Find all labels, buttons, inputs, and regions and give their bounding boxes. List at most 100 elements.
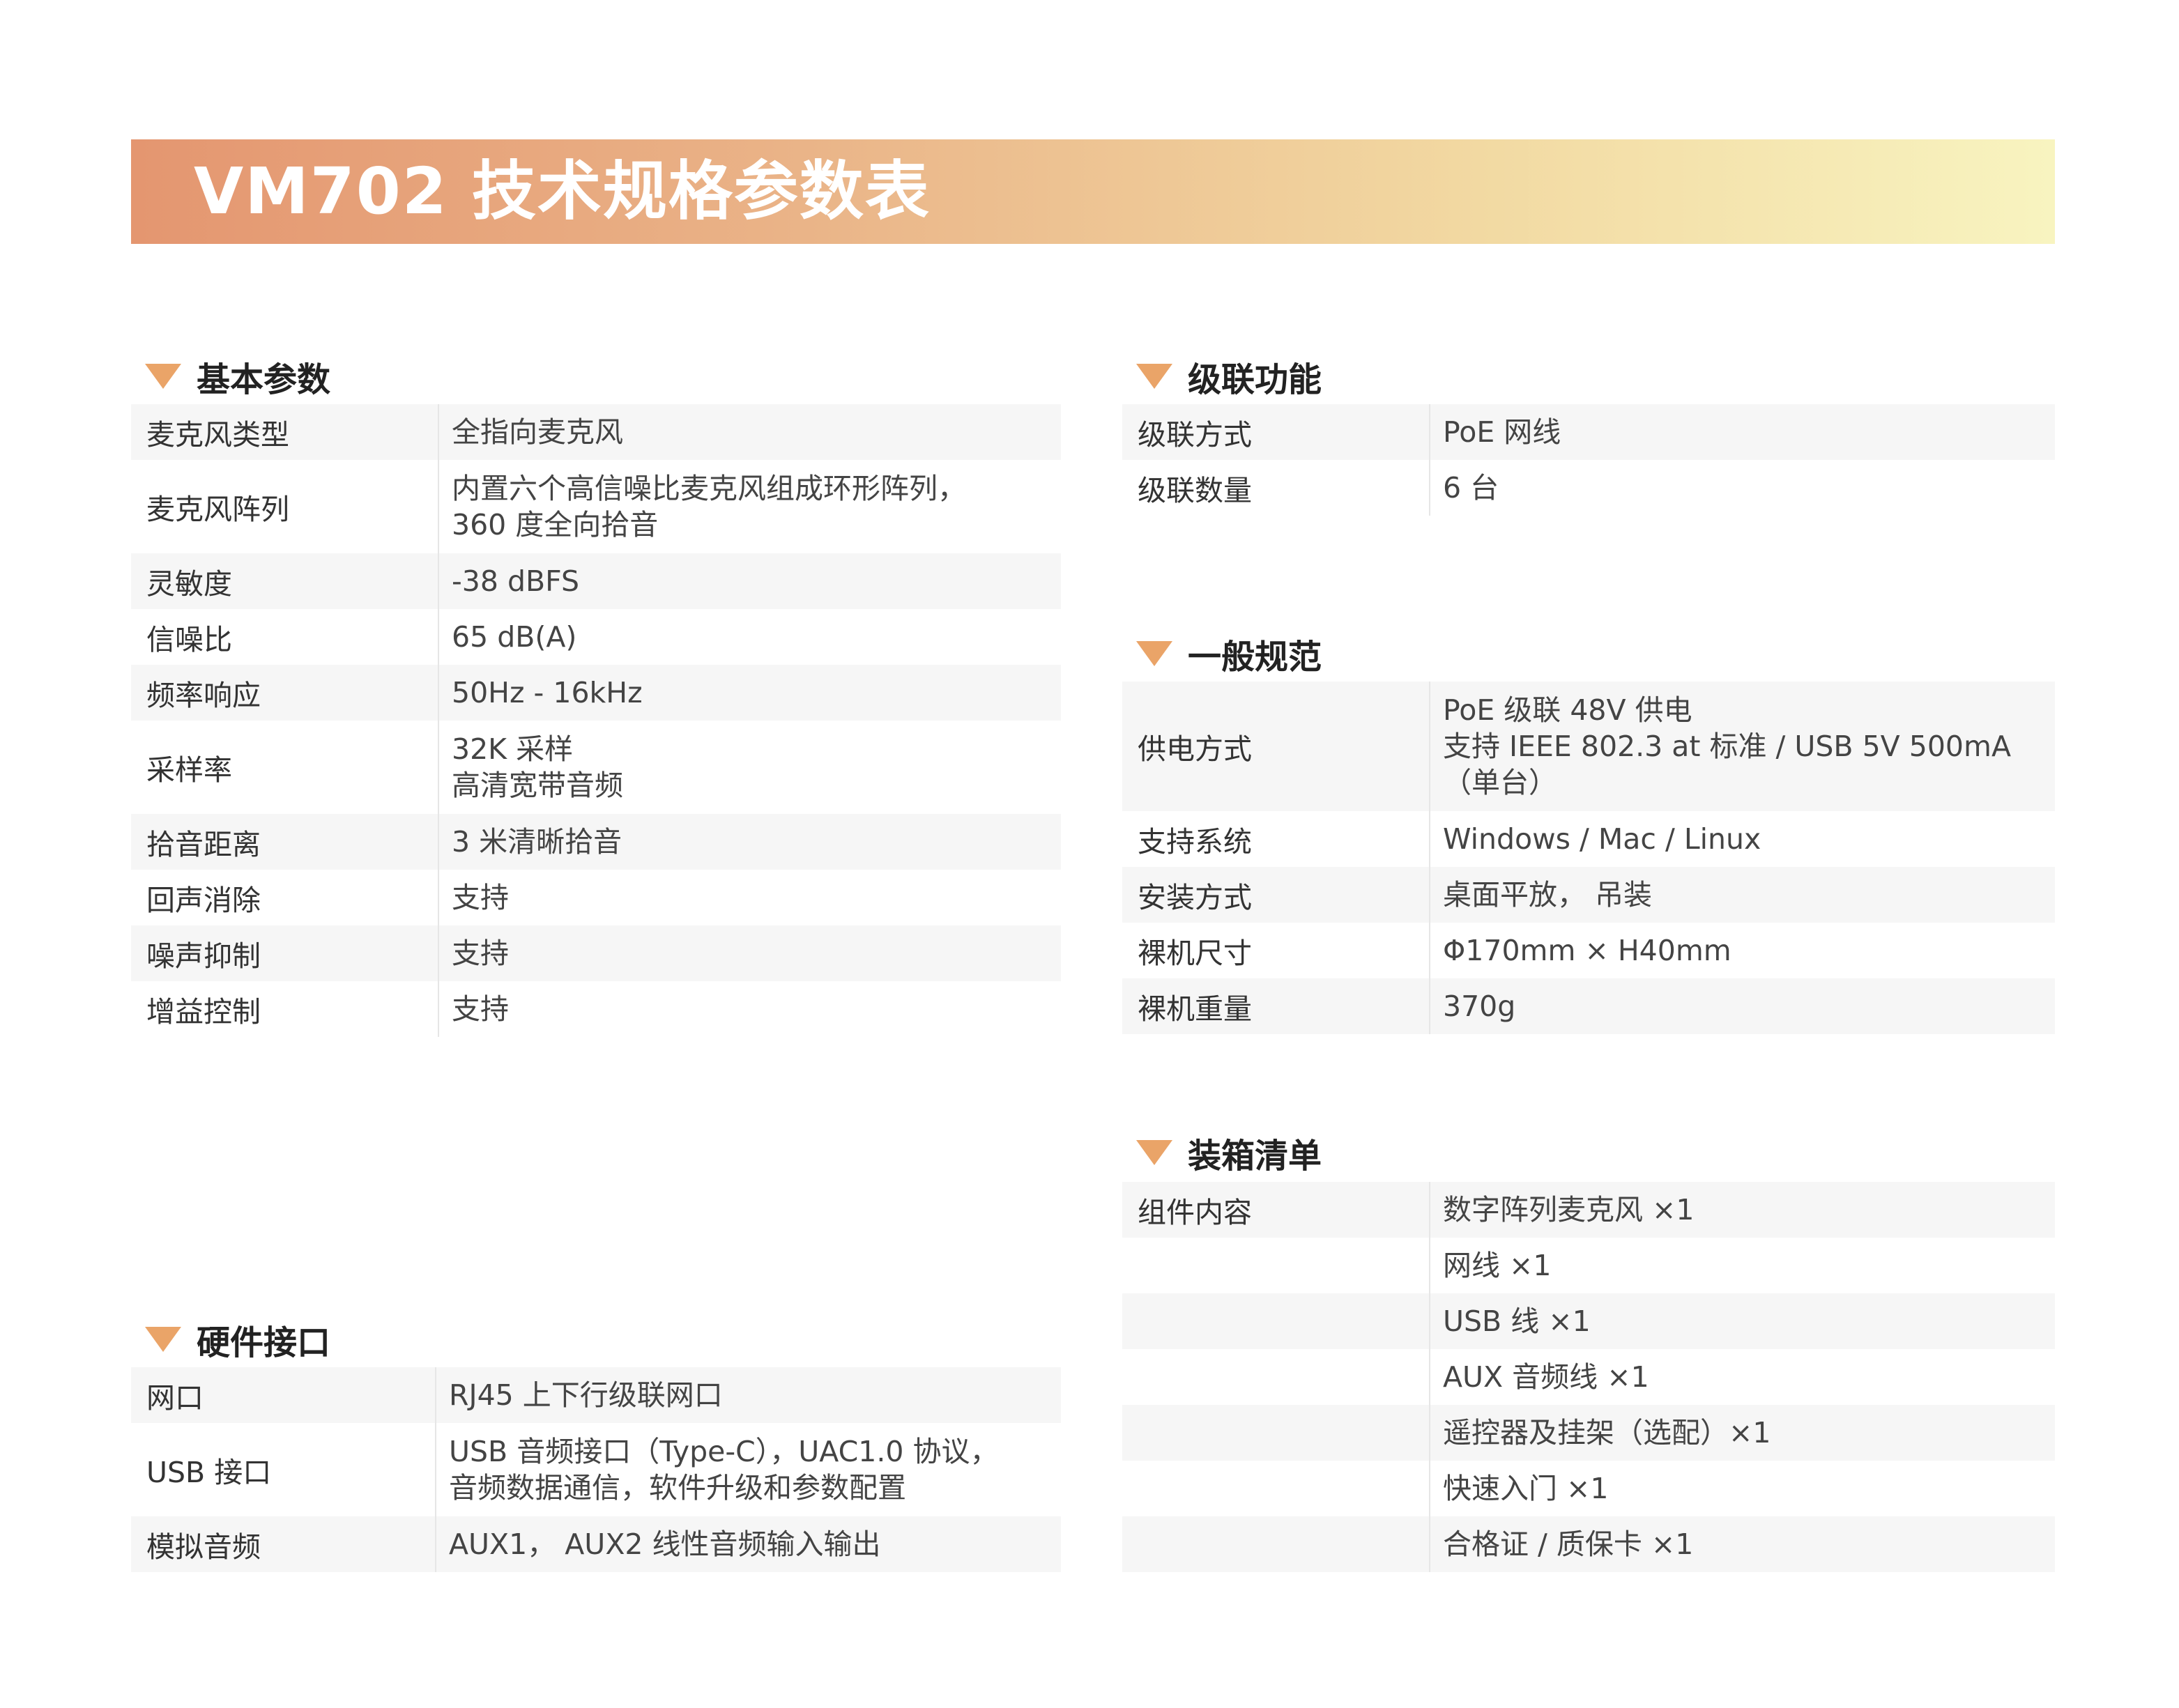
- row-value: 支持: [439, 981, 1061, 1037]
- row-label: 增益控制: [131, 981, 439, 1037]
- section-title-general: 一般规范: [1188, 638, 1322, 677]
- section-title-cascade: 级联功能: [1188, 360, 1322, 399]
- table-row: 采样率 32K 采样 高清宽带音频: [131, 721, 1061, 814]
- table-row: 频率响应 50Hz - 16kHz: [131, 665, 1061, 721]
- value-line: 高清宽带音频: [452, 769, 623, 802]
- triangle-down-icon: [1136, 1140, 1172, 1165]
- table-row: 噪声抑制 支持: [131, 925, 1061, 981]
- row-value: Φ170mm × H40mm: [1430, 923, 2055, 978]
- value-line: Windows / Mac / Linux: [1443, 822, 1761, 856]
- row-label: 频率响应: [131, 665, 439, 721]
- spec-table-basic: 麦克风类型 全指向麦克风 麦克风阵列 内置六个高信噪比麦克风组成环形阵列， 360 度全…: [131, 404, 1061, 1037]
- value-line: 桌面平放， 吊装: [1443, 878, 1653, 911]
- value-line: 网线 ×1: [1443, 1249, 1552, 1282]
- row-value: 数字阵列麦克风 ×1: [1430, 1182, 2055, 1238]
- table-row: 级联数量 6 台: [1122, 460, 2055, 516]
- row-label: [1122, 1238, 1430, 1293]
- row-label: 级联方式: [1122, 404, 1430, 460]
- row-label: [1122, 1349, 1430, 1405]
- table-row: 供电方式 PoE 级联 48V 供电 支持 IEEE 802.3 at 标准 / U…: [1122, 682, 2055, 811]
- section-header-general: 一般规范: [1122, 626, 1322, 682]
- value-line: 全指向麦克风: [452, 415, 623, 449]
- section-title-basic: 基本参数: [197, 360, 331, 399]
- value-line: 6 台: [1443, 471, 1499, 505]
- table-row: 网口 RJ45 上下行级联网口: [131, 1367, 1061, 1423]
- section-title-hardware: 硬件接口: [197, 1323, 331, 1362]
- triangle-down-icon: [1136, 641, 1172, 666]
- row-value: 合格证 / 质保卡 ×1: [1430, 1516, 2055, 1572]
- row-value: 快速入门 ×1: [1430, 1461, 2055, 1516]
- table-row: 快速入门 ×1: [1122, 1461, 2055, 1516]
- table-row: 组件内容 数字阵列麦克风 ×1: [1122, 1182, 2055, 1238]
- title-banner: VM702 技术规格参数表: [131, 139, 2055, 244]
- row-value: 内置六个高信噪比麦克风组成环形阵列， 360 度全向拾音: [439, 460, 1061, 553]
- value-line: 支持: [452, 881, 509, 914]
- spec-table-hardware: 网口 RJ45 上下行级联网口 USB 接口 USB 音频接口（Type-C），UAC…: [131, 1367, 1061, 1572]
- table-row: 级联方式 PoE 网线: [1122, 404, 2055, 460]
- row-value: PoE 级联 48V 供电 支持 IEEE 802.3 at 标准 / USB 5…: [1430, 682, 2055, 811]
- row-label: 信噪比: [131, 609, 439, 665]
- row-value: PoE 网线: [1430, 404, 2055, 460]
- row-label: [1122, 1461, 1430, 1516]
- row-label: 级联数量: [1122, 460, 1430, 516]
- section-title-packing: 装箱清单: [1188, 1137, 1322, 1176]
- table-row: USB 接口 USB 音频接口（Type-C），UAC1.0 协议， 音频数据通信，…: [131, 1423, 1061, 1516]
- value-line: AUX1， AUX2 线性音频输入输出: [449, 1528, 881, 1561]
- table-row: 回声消除 支持: [131, 870, 1061, 925]
- row-label: 网口: [131, 1367, 436, 1423]
- table-row: 裸机尺寸 Φ170mm × H40mm: [1122, 923, 2055, 978]
- table-row: 灵敏度 -38 dBFS: [131, 553, 1061, 609]
- row-value: 支持: [439, 925, 1061, 981]
- row-label: 供电方式: [1122, 682, 1430, 811]
- section-header-cascade: 级联功能: [1122, 348, 1322, 404]
- value-line: 50Hz - 16kHz: [452, 676, 643, 709]
- value-line: Φ170mm × H40mm: [1443, 934, 1731, 967]
- value-line: -38 dBFS: [452, 564, 580, 598]
- value-line: 支持 IEEE 802.3 at 标准 / USB 5V 500mA: [1443, 730, 2011, 763]
- spec-table-packing: 组件内容 数字阵列麦克风 ×1 网线 ×1 USB 线 ×1 AUX 音频线 ×1 遥控器…: [1122, 1182, 2055, 1572]
- value-line: 合格证 / 质保卡 ×1: [1443, 1528, 1694, 1561]
- row-label: 裸机尺寸: [1122, 923, 1430, 978]
- row-value: 3 米清晰拾音: [439, 814, 1061, 870]
- row-label: 安装方式: [1122, 867, 1430, 923]
- value-line: 遥控器及挂架（选配）×1: [1443, 1416, 1771, 1449]
- row-label: 支持系统: [1122, 811, 1430, 867]
- table-row: 安装方式 桌面平放， 吊装: [1122, 867, 2055, 923]
- row-label: 灵敏度: [131, 553, 439, 609]
- row-label: USB 接口: [131, 1423, 436, 1516]
- value-line: （单台）: [1443, 766, 1557, 799]
- row-value: 50Hz - 16kHz: [439, 665, 1061, 721]
- value-line: 支持: [452, 937, 509, 970]
- spec-table-cascade: 级联方式 PoE 网线 级联数量 6 台: [1122, 404, 2055, 516]
- row-label: 模拟音频: [131, 1516, 436, 1572]
- table-row: 支持系统 Windows / Mac / Linux: [1122, 811, 2055, 867]
- row-label: 裸机重量: [1122, 978, 1430, 1034]
- value-line: 32K 采样: [452, 732, 574, 766]
- row-value: RJ45 上下行级联网口: [436, 1367, 1061, 1423]
- table-row: AUX 音频线 ×1: [1122, 1349, 2055, 1405]
- triangle-down-icon: [1136, 364, 1172, 389]
- value-line: RJ45 上下行级联网口: [449, 1378, 723, 1412]
- table-row: USB 线 ×1: [1122, 1293, 2055, 1349]
- table-row: 拾音距离 3 米清晰拾音: [131, 814, 1061, 870]
- row-value: 全指向麦克风: [439, 404, 1061, 460]
- row-label: 麦克风阵列: [131, 460, 439, 553]
- row-value: -38 dBFS: [439, 553, 1061, 609]
- value-line: 快速入门 ×1: [1443, 1472, 1609, 1505]
- value-line: 360 度全向拾音: [452, 508, 659, 541]
- page-title: VM702 技术规格参数表: [194, 154, 931, 229]
- row-label: [1122, 1405, 1430, 1461]
- value-line: USB 线 ×1: [1443, 1305, 1591, 1338]
- value-line: 数字阵列麦克风 ×1: [1443, 1193, 1695, 1226]
- row-value: USB 音频接口（Type-C），UAC1.0 协议， 音频数据通信，软件升级和参…: [436, 1423, 1061, 1516]
- table-row: 网线 ×1: [1122, 1238, 2055, 1293]
- value-line: PoE 网线: [1443, 415, 1561, 449]
- row-value: 网线 ×1: [1430, 1238, 2055, 1293]
- row-value: 桌面平放， 吊装: [1430, 867, 2055, 923]
- row-label: 噪声抑制: [131, 925, 439, 981]
- value-line: 音频数据通信，软件升级和参数配置: [449, 1471, 906, 1505]
- section-header-hardware: 硬件接口: [131, 1311, 330, 1367]
- section-header-basic: 基本参数: [131, 348, 330, 404]
- row-value: AUX 音频线 ×1: [1430, 1349, 2055, 1405]
- table-row: 增益控制 支持: [131, 981, 1061, 1037]
